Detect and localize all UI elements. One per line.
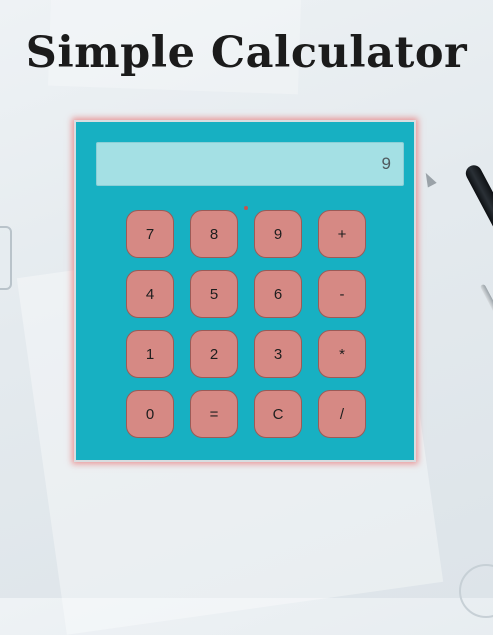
key-3[interactable]: 3 [254,330,302,378]
calculator-display: 9 [96,142,404,186]
key-2[interactable]: 2 [190,330,238,378]
key-1[interactable]: 1 [126,330,174,378]
key-plus[interactable]: + [318,210,366,258]
calculator: 9 7 8 9 + 4 5 6 - 1 2 3 * 0 = C / [74,120,416,462]
key-7[interactable]: 7 [126,210,174,258]
key-divide[interactable]: / [318,390,366,438]
key-8[interactable]: 8 [190,210,238,258]
key-0[interactable]: 0 [126,390,174,438]
background-binder-clip [0,226,12,290]
key-clear[interactable]: C [254,390,302,438]
key-9[interactable]: 9 [254,210,302,258]
background-pen-clip [479,283,493,315]
key-equals[interactable]: = [190,390,238,438]
key-5[interactable]: 5 [190,270,238,318]
key-minus[interactable]: - [318,270,366,318]
keypad: 7 8 9 + 4 5 6 - 1 2 3 * 0 = C / [126,210,366,438]
background-pen [463,162,493,347]
background-ring [459,564,493,618]
key-4[interactable]: 4 [126,270,174,318]
key-multiply[interactable]: * [318,330,366,378]
key-6[interactable]: 6 [254,270,302,318]
background-pen-tip [421,170,437,188]
page-title: Simple Calculator [25,28,468,78]
